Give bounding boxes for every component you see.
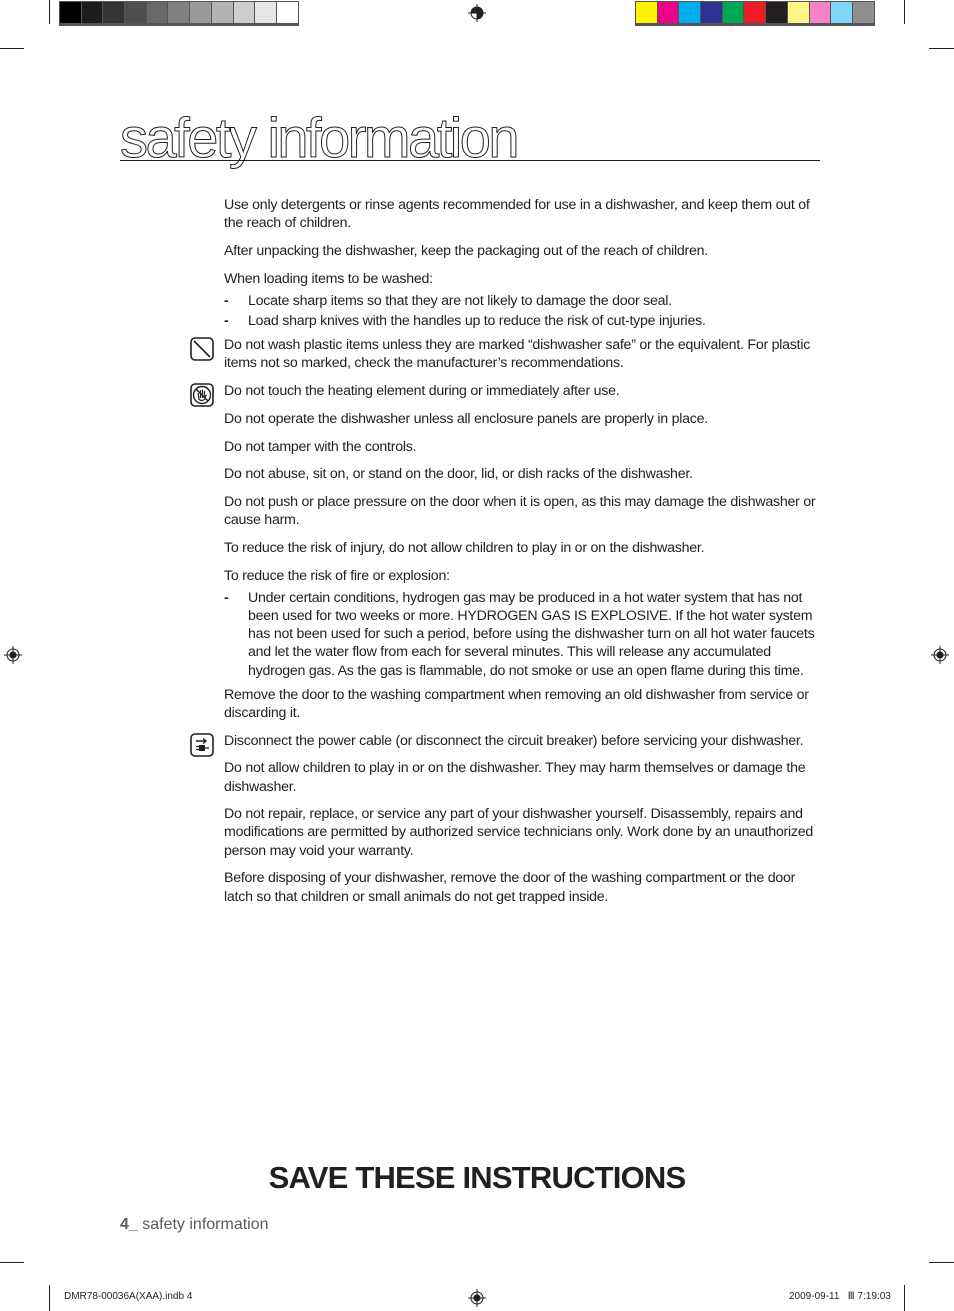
process-color-bar <box>635 1 875 26</box>
color-swatch <box>81 2 103 23</box>
unplug-icon <box>190 732 214 757</box>
instruction-text: Disconnect the power cable (or disconnec… <box>224 732 804 749</box>
bullet-dash: - <box>224 313 229 330</box>
color-swatch <box>766 2 787 23</box>
registration-mark-icon <box>468 4 486 22</box>
instruction-paragraph: To reduce the risk of fire or explosion: <box>224 567 824 585</box>
instruction-text: Do not allow children to play in or on t… <box>224 760 806 795</box>
page-number: 4_ <box>120 1216 138 1233</box>
slug-glyph: Ⅲ <box>847 1291 855 1302</box>
color-swatch <box>233 2 255 23</box>
instruction-paragraph: When loading items to be washed: <box>224 270 824 288</box>
instruction-paragraph: Disconnect the power cable (or disconnec… <box>190 732 824 757</box>
color-swatch <box>831 2 852 23</box>
crop-mark <box>929 1262 954 1263</box>
safety-instructions-list: Use only detergents or rinse agents reco… <box>190 196 824 915</box>
crop-mark <box>49 1285 50 1311</box>
instruction-text: Load sharp knives with the handles up to… <box>248 313 706 330</box>
color-swatch <box>722 2 744 23</box>
crop-mark <box>929 48 954 49</box>
color-swatch <box>103 2 125 23</box>
instruction-paragraph: Do not push or place pressure on the doo… <box>224 493 824 529</box>
instruction-paragraph: Do not repair, replace, or service any p… <box>224 805 824 860</box>
bullet-item: - Under certain conditions, hydrogen gas … <box>224 589 824 680</box>
color-swatch <box>211 2 233 23</box>
instruction-text: Do not touch the heating element during … <box>224 383 620 400</box>
instruction-paragraph: Do not allow children to play in or on t… <box>224 759 824 795</box>
instruction-text: To reduce the risk of injury, do not all… <box>224 539 705 556</box>
bullet-item: - Locate sharp items so that they are not… <box>224 292 824 310</box>
instruction-text: Use only detergents or rinse agents reco… <box>224 197 810 232</box>
instruction-paragraph: To reduce the risk of injury, do not all… <box>224 539 824 557</box>
slug-timestamp: 2009-09-11 Ⅲ 7:19:03 <box>789 1291 891 1302</box>
footer-section-name: safety information <box>137 1216 269 1233</box>
crop-mark <box>0 1262 24 1263</box>
instruction-text: Before disposing of your dishwasher, rem… <box>224 870 796 905</box>
color-swatch <box>255 2 276 23</box>
instruction-text: Do not abuse, sit on, or stand on the do… <box>224 466 693 483</box>
instruction-paragraph: Do not operate the dishwasher unless all… <box>224 410 824 428</box>
crop-mark <box>904 0 905 24</box>
instruction-paragraph: Use only detergents or rinse agents reco… <box>224 196 824 232</box>
color-swatch <box>168 2 190 23</box>
registration-mark-icon <box>468 1289 486 1307</box>
color-swatch <box>60 2 81 23</box>
color-swatch <box>276 2 298 23</box>
instruction-text: Do not tamper with the controls. <box>224 438 417 455</box>
page-title: safety information <box>120 106 520 169</box>
color-swatch <box>679 2 701 23</box>
color-swatch <box>809 2 831 23</box>
bullet-item: - Load sharp knives with the handles up t… <box>224 312 824 330</box>
instruction-text: Do not push or place pressure on the doo… <box>224 493 816 529</box>
bullet-dash: - <box>224 292 229 309</box>
instruction-text: Do not wash plastic items unless they ar… <box>224 337 811 372</box>
instruction-paragraph: Before disposing of your dishwasher, rem… <box>224 869 824 905</box>
color-swatch <box>744 2 766 23</box>
instruction-paragraph: After unpacking the dishwasher, keep the… <box>224 242 824 260</box>
crop-mark <box>49 0 50 24</box>
instruction-text: When loading items to be washed: <box>224 270 433 287</box>
instruction-paragraph: Do not abuse, sit on, or stand on the do… <box>224 465 824 483</box>
page-footer: 4_ safety information <box>120 1216 269 1234</box>
instruction-text: Do not repair, replace, or service any p… <box>224 806 814 859</box>
slug-filename: DMR78-00036A(XAA).indb 4 <box>64 1291 193 1302</box>
instruction-paragraph: Do not touch the heating element during … <box>190 382 824 407</box>
instruction-text: After unpacking the dishwasher, keep the… <box>224 242 708 259</box>
color-swatch <box>657 2 679 23</box>
bullet-dash: - <box>224 589 229 606</box>
crop-mark <box>0 48 24 49</box>
instruction-text: To reduce the risk of fire or explosion: <box>224 567 450 584</box>
instruction-text: Locate sharp items so that they are not … <box>248 292 672 309</box>
registration-mark-icon <box>4 646 22 664</box>
color-swatch <box>190 2 211 23</box>
slug-date: 2009-09-11 <box>789 1291 840 1302</box>
color-swatch <box>787 2 809 23</box>
title-underline <box>120 160 820 161</box>
instruction-paragraph: Do not tamper with the controls. <box>224 438 824 456</box>
color-swatch <box>125 2 146 23</box>
instruction-paragraph: Do not wash plastic items unless they ar… <box>190 336 824 372</box>
instruction-text: Under certain conditions, hydrogen gas m… <box>248 589 815 679</box>
color-swatch <box>701 2 722 23</box>
registration-mark-icon <box>931 646 949 664</box>
instruction-paragraph: Remove the door to the washing compartme… <box>224 686 824 722</box>
do-not-touch-icon <box>190 383 214 407</box>
slug-time: 7:19:03 <box>857 1291 891 1302</box>
instruction-text: Remove the door to the washing compartme… <box>224 686 809 721</box>
save-instructions-banner: SAVE THESE INSTRUCTIONS <box>268 1160 687 1195</box>
grayscale-color-bar <box>59 1 299 26</box>
prohibited-icon <box>190 337 214 362</box>
crop-mark <box>904 1285 905 1311</box>
color-swatch <box>146 2 168 23</box>
color-swatch <box>636 2 657 23</box>
instruction-text: Do not operate the dishwasher unless all… <box>224 410 708 427</box>
color-swatch <box>852 2 874 23</box>
